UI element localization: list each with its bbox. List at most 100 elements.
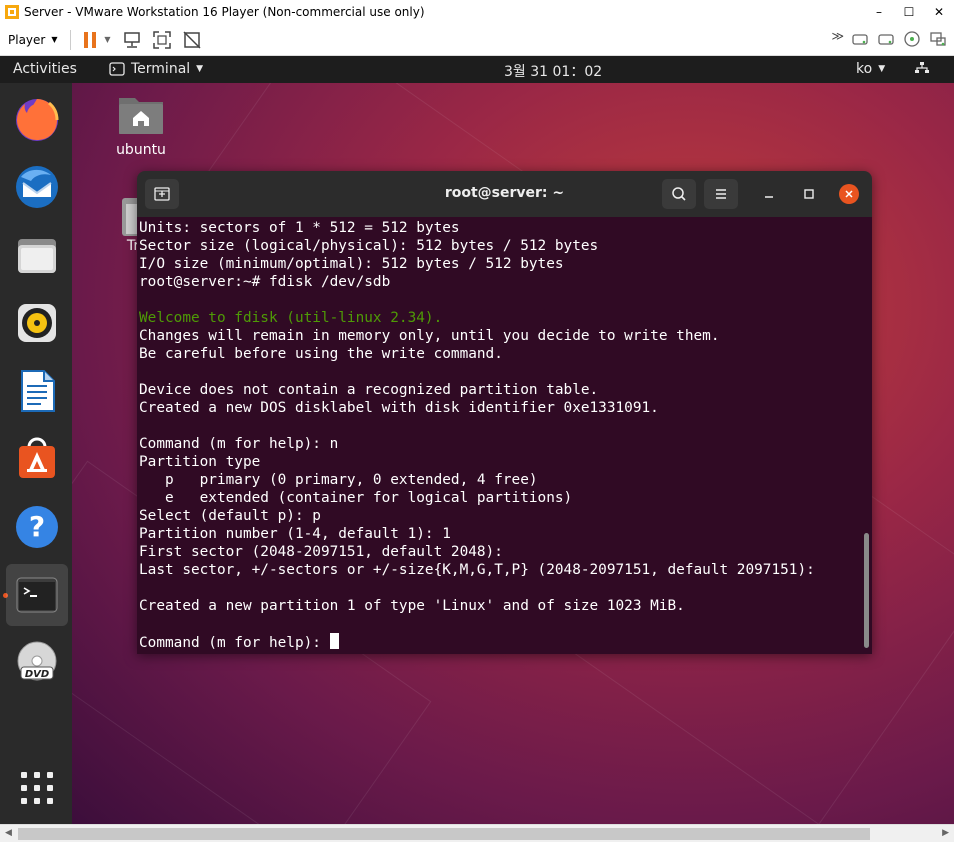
terminal-line: e extended (container for logical partit… (139, 490, 573, 506)
search-button[interactable] (662, 179, 696, 209)
network-computer-icon (123, 31, 140, 48)
show-applications-button[interactable] (6, 757, 68, 819)
terminal-scrollbar[interactable] (864, 533, 869, 648)
app-menu[interactable]: Terminal ▼ (109, 61, 203, 77)
terminal-close-button[interactable] (839, 184, 859, 204)
activities-button[interactable]: Activities (13, 61, 77, 77)
send-ctrl-alt-del-button[interactable] (121, 29, 143, 51)
more-icon[interactable]: ≫ (831, 29, 844, 49)
dock-files[interactable] (6, 224, 68, 286)
terminal-line: First sector (2048-2097151, default 2048… (139, 544, 503, 560)
clock[interactable]: 3월 31 01：02 (504, 61, 602, 81)
dvd-icon: DVD (17, 641, 57, 681)
terminal-line: Select (default p): p (139, 508, 321, 524)
ubuntu-top-bar: Activities Terminal ▼ 3월 31 01：02 ko ▼ (0, 56, 954, 83)
input-method-label: ko (856, 61, 873, 77)
maximize-button[interactable]: ☐ (894, 0, 924, 24)
terminal-minimize-button[interactable] (759, 184, 779, 204)
vmware-icon (5, 5, 19, 19)
home-folder-icon (119, 98, 163, 134)
dock: ? DVD (0, 83, 72, 824)
desktop-icon-label: ubuntu (116, 142, 166, 158)
pause-dropdown-button[interactable]: ▼ (103, 29, 113, 51)
terminal-prompt-line: Command (m for help): (139, 633, 815, 651)
terminal-icon (16, 577, 58, 613)
desktop-icon-home[interactable]: ubuntu (112, 92, 170, 158)
cd-drive-icon[interactable] (902, 29, 922, 49)
files-icon (18, 239, 56, 273)
terminal-line: Created a new partition 1 of type 'Linux… (139, 598, 685, 614)
window-title-bar: Server - VMware Workstation 16 Player (N… (0, 0, 954, 24)
toolbar-divider (69, 29, 71, 50)
dock-ubuntu-software[interactable] (6, 428, 68, 490)
terminal-line: Changes will remain in memory only, unti… (139, 328, 720, 344)
unity-icon (182, 30, 201, 49)
dock-thunderbird[interactable] (6, 156, 68, 218)
svg-text:?: ? (29, 510, 45, 543)
player-menu-label: Player (8, 32, 46, 47)
app-grid-icon (21, 772, 53, 804)
text-cursor (329, 633, 339, 649)
terminal-line: Be careful before using the write comman… (139, 346, 503, 362)
window-title: Server - VMware Workstation 16 Player (N… (24, 5, 425, 19)
close-icon (845, 190, 853, 198)
pause-button[interactable] (79, 29, 101, 51)
terminal-prompt: Command (m for help): (139, 635, 330, 651)
terminal-line: root@server:~# fdisk /dev/sdb (139, 274, 391, 290)
terminal-line: Partition number (1-4, default 1): 1 (139, 526, 451, 542)
unity-button[interactable] (181, 29, 203, 51)
fullscreen-button[interactable] (151, 29, 173, 51)
hamburger-menu-icon (716, 189, 726, 199)
system-menu[interactable] (914, 61, 930, 75)
horizontal-scrollbar[interactable]: ◀ ▶ (0, 824, 954, 842)
terminal-line: Command (m for help): n (139, 436, 339, 452)
thunderbird-icon (16, 166, 58, 208)
hard-disk-icon[interactable] (876, 29, 896, 49)
svg-text:DVD: DVD (25, 669, 49, 680)
dock-firefox[interactable] (6, 88, 68, 150)
chevron-down-icon: ▼ (51, 35, 58, 44)
terminal-output[interactable]: Units: sectors of 1 * 512 = 512 bytes Sec… (137, 217, 872, 654)
terminal-line: Created a new DOS disklabel with disk id… (139, 400, 659, 416)
hamburger-menu-button[interactable] (704, 179, 738, 209)
software-icon (19, 437, 55, 478)
chevron-down-icon: ▼ (196, 64, 204, 74)
scroll-right-icon[interactable]: ▶ (942, 828, 949, 838)
terminal-header-bar: root@server: ~ (137, 171, 872, 217)
dock-dvd[interactable]: DVD (6, 632, 68, 694)
help-icon: ? (16, 506, 58, 548)
terminal-line: Last sector, +/-sectors or +/-size{K,M,G… (139, 562, 815, 578)
minimize-button[interactable]: – (864, 0, 894, 24)
network-adapter-icon[interactable] (928, 29, 948, 49)
libreoffice-writer-icon (21, 370, 55, 412)
terminal-line: Sector size (logical/physical): 512 byte… (139, 238, 599, 254)
fullscreen-icon (152, 30, 171, 49)
player-menu[interactable]: Player ▼ (8, 33, 58, 47)
removable-device-icon[interactable] (850, 29, 870, 49)
dock-terminal[interactable] (6, 564, 68, 626)
dock-libreoffice-writer[interactable] (6, 360, 68, 422)
scrollbar-thumb[interactable] (18, 828, 870, 840)
chevron-down-icon: ▼ (878, 64, 886, 74)
chevron-down-icon: ▼ (104, 35, 111, 44)
input-method-menu[interactable]: ko ▼ (856, 61, 885, 77)
terminal-line: Welcome to fdisk (util-linux 2.34). (139, 310, 443, 326)
firefox-icon (16, 99, 59, 141)
app-menu-label: Terminal (131, 61, 191, 77)
terminal-line: I/O size (minimum/optimal): 512 bytes / … (139, 256, 564, 272)
dock-rhythmbox[interactable] (6, 292, 68, 354)
rhythmbox-icon (18, 304, 56, 342)
dock-help[interactable]: ? (6, 496, 68, 558)
terminal-lines: Units: sectors of 1 * 512 = 512 bytes Sec… (139, 219, 815, 651)
scroll-left-icon[interactable]: ◀ (5, 828, 12, 838)
terminal-line: Device does not contain a recognized par… (139, 382, 599, 398)
search-icon (672, 187, 686, 201)
close-button[interactable]: ✕ (924, 0, 954, 24)
terminal-maximize-button[interactable] (799, 184, 819, 204)
terminal-line: Partition type (139, 454, 261, 470)
maximize-icon (804, 189, 814, 199)
